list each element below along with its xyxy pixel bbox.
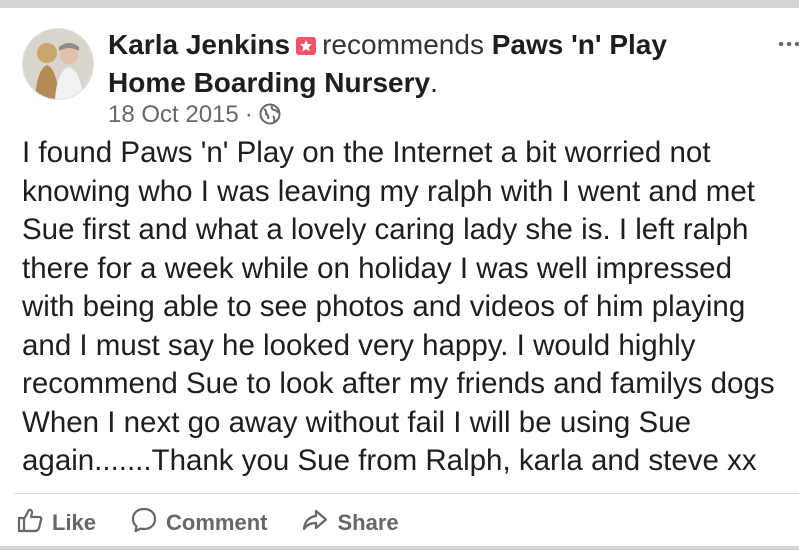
globe-icon xyxy=(259,103,281,133)
actions-divider xyxy=(14,493,799,494)
bottom-divider-bar xyxy=(0,546,799,550)
post-body-line: recommend Sue to look after my friends a… xyxy=(22,367,775,400)
post-body-line: I found Paws 'n' Play on the Internet a … xyxy=(22,136,711,169)
like-label: Like xyxy=(52,510,97,535)
author-name[interactable]: Karla Jenkins xyxy=(108,29,290,60)
avatar[interactable] xyxy=(22,28,94,100)
thumbs-up-icon xyxy=(16,506,44,540)
top-divider-bar xyxy=(0,0,799,8)
comment-label: Comment xyxy=(166,510,268,535)
share-arrow-icon xyxy=(301,506,329,540)
header-period: . xyxy=(430,67,438,98)
recommends-text: recommends xyxy=(322,29,484,60)
comment-button[interactable]: Comment xyxy=(130,506,267,540)
post-body-line: there for a week while on holiday I was … xyxy=(22,251,732,285)
share-button[interactable]: Share xyxy=(301,506,399,540)
post-date[interactable]: 18 Oct 2015 xyxy=(108,101,239,128)
avatar-photo xyxy=(23,29,93,99)
post-body-line: again.......Thank you Sue from Ralph, ka… xyxy=(22,444,757,477)
more-options-icon[interactable] xyxy=(777,30,799,50)
post-actions-bar: Like Comment Share xyxy=(16,506,399,540)
post-body-line: Sue first and what a lovely caring lady … xyxy=(22,213,749,246)
post-body-line: with being able to see photos and videos… xyxy=(22,290,746,323)
like-button[interactable]: Like xyxy=(16,506,96,540)
recommend-flag-icon xyxy=(296,37,317,55)
post-header: Karla Jenkins recommends Paws 'n' Play Ho… xyxy=(108,26,748,102)
post-body-line: When I next go away without fail I will … xyxy=(22,405,692,439)
post-body-line: and I must say he looked very happy. I w… xyxy=(22,328,696,362)
post-body-line: knowing who I was leaving my ralph with … xyxy=(22,174,755,208)
share-label: Share xyxy=(337,510,399,535)
post-meta: 18 Oct 2015 · xyxy=(108,100,281,133)
post-body: I found Paws 'n' Play on the Internet a … xyxy=(22,134,799,481)
meta-separator: · xyxy=(244,101,253,128)
comment-bubble-icon xyxy=(130,506,158,540)
